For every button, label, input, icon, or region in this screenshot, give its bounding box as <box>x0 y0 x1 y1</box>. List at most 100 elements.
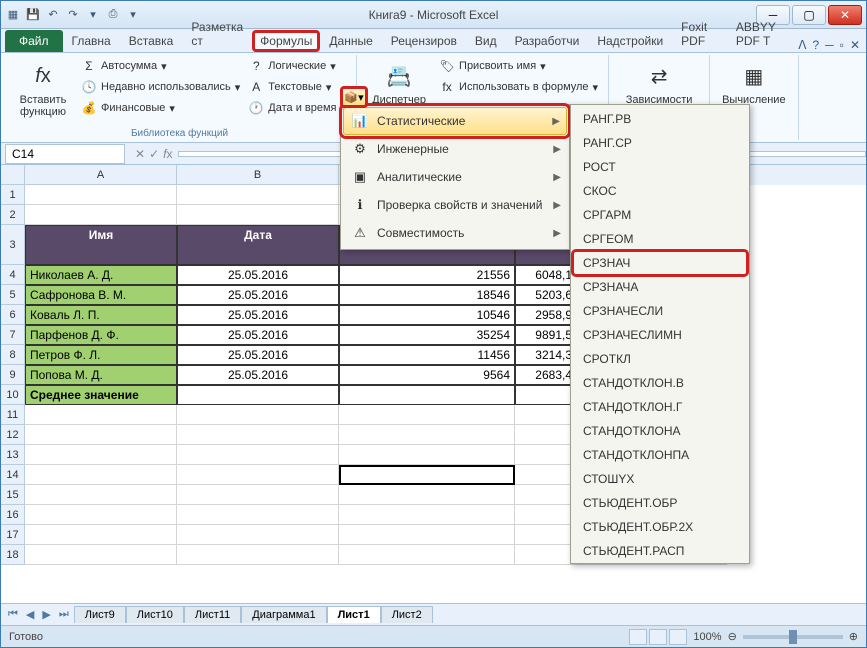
window-restore-icon[interactable]: ▫ <box>840 38 844 52</box>
sheet-tab-Лист2[interactable]: Лист2 <box>381 606 433 623</box>
row-header-16[interactable]: 16 <box>1 505 24 525</box>
cell[interactable] <box>177 465 339 485</box>
cell[interactable] <box>25 465 177 485</box>
row-header-5[interactable]: 5 <box>1 285 24 305</box>
row-header-17[interactable]: 17 <box>1 525 24 545</box>
cell[interactable]: 21556 <box>339 265 515 285</box>
cell[interactable] <box>25 545 177 565</box>
cell[interactable] <box>339 405 515 425</box>
tab-file[interactable]: Файл <box>5 30 63 52</box>
fn-сроткл[interactable]: СРОТКЛ <box>573 347 747 371</box>
fn-стандотклон.в[interactable]: СТАНДОТКЛОН.В <box>573 371 747 395</box>
tab-insert[interactable]: Вставка <box>120 29 183 52</box>
close-button[interactable]: ✕ <box>828 5 862 25</box>
cell[interactable] <box>25 405 177 425</box>
sheet-nav-last[interactable]: ⏭ <box>56 608 72 621</box>
tab-review[interactable]: Рецензиров <box>382 29 466 52</box>
cell[interactable] <box>177 185 339 205</box>
use-in-formula-button[interactable]: fxИспользовать в формуле ▾ <box>435 77 602 97</box>
fn-стьюдент.обр.2х[interactable]: СТЬЮДЕНТ.ОБР.2Х <box>573 515 747 539</box>
view-pagelayout-button[interactable] <box>649 629 667 645</box>
tab-view[interactable]: Вид <box>466 29 506 52</box>
view-pagebreak-button[interactable] <box>669 629 687 645</box>
cell[interactable] <box>515 405 577 425</box>
cell[interactable]: Николаев А. Д. <box>25 265 177 285</box>
cell[interactable] <box>177 485 339 505</box>
cell[interactable] <box>25 505 177 525</box>
fx-button-icon[interactable]: fx <box>163 147 172 161</box>
cancel-formula-icon[interactable]: ✕ <box>135 147 145 161</box>
cell[interactable]: 18546 <box>339 285 515 305</box>
financial-button[interactable]: 💰Финансовые ▾ <box>77 98 244 118</box>
row-header-2[interactable]: 2 <box>1 205 24 225</box>
cell[interactable] <box>515 385 577 405</box>
zoom-out-button[interactable]: ⊖ <box>728 630 737 643</box>
logical-button[interactable]: ?Логические ▾ <box>244 56 350 76</box>
cell[interactable]: 9564 <box>339 365 515 385</box>
cell[interactable] <box>25 525 177 545</box>
sheet-tab-Лист10[interactable]: Лист10 <box>126 606 184 623</box>
cell[interactable] <box>515 485 577 505</box>
text-button[interactable]: AТекстовые ▾ <box>244 77 350 97</box>
cell[interactable]: 9891,5 <box>515 325 577 345</box>
col-header-a[interactable]: A <box>25 165 177 185</box>
qat-more-icon[interactable]: ▾ <box>85 7 101 23</box>
cell[interactable] <box>25 185 177 205</box>
cell[interactable]: 11456 <box>339 345 515 365</box>
minimize-ribbon-icon[interactable]: ᐱ <box>798 38 806 52</box>
fn-срзначесли[interactable]: СРЗНАЧЕСЛИ <box>573 299 747 323</box>
fn-рост[interactable]: РОСТ <box>573 155 747 179</box>
recent-button[interactable]: 🕓Недавно использовались ▾ <box>77 77 244 97</box>
cell[interactable] <box>25 485 177 505</box>
enter-formula-icon[interactable]: ✓ <box>149 147 159 161</box>
row-header-8[interactable]: 8 <box>1 345 24 365</box>
menu-info[interactable]: ℹ Проверка свойств и значений ▶ <box>343 191 567 219</box>
fn-стьюдент.расп[interactable]: СТЬЮДЕНТ.РАСП <box>573 539 747 563</box>
row-header-4[interactable]: 4 <box>1 265 24 285</box>
calculation-button[interactable]: ▦ Вычисление <box>716 56 792 110</box>
zoom-in-button[interactable]: ⊕ <box>849 630 858 643</box>
menu-compat[interactable]: ⚠ Совместимость ▶ <box>343 219 567 247</box>
row-header-1[interactable]: 1 <box>1 185 24 205</box>
cell[interactable] <box>177 505 339 525</box>
cell[interactable] <box>339 425 515 445</box>
tab-addins[interactable]: Надстройки <box>588 29 672 52</box>
cell[interactable]: 2683,4 <box>515 365 577 385</box>
menu-analytical[interactable]: ▣ Аналитические ▶ <box>343 163 567 191</box>
print-icon[interactable]: ⎙ <box>105 7 121 23</box>
cell[interactable] <box>515 505 577 525</box>
sheet-nav-prev[interactable]: ◀ <box>23 608 37 621</box>
cell[interactable]: Попова М. Д. <box>25 365 177 385</box>
save-icon[interactable]: 💾 <box>25 7 41 23</box>
cell[interactable] <box>25 425 177 445</box>
row-header-11[interactable]: 11 <box>1 405 24 425</box>
cell[interactable] <box>177 445 339 465</box>
cell[interactable]: 25.05.2016 <box>177 265 339 285</box>
row-header-12[interactable]: 12 <box>1 425 24 445</box>
tab-home[interactable]: Главна <box>63 29 120 52</box>
cell[interactable] <box>339 465 515 485</box>
tab-developer[interactable]: Разработчи <box>506 29 589 52</box>
cell[interactable]: 6048,1 <box>515 265 577 285</box>
row-header-10[interactable]: 10 <box>1 385 24 405</box>
cell[interactable] <box>177 545 339 565</box>
cell[interactable]: Петров Ф. Л. <box>25 345 177 365</box>
cell[interactable] <box>25 205 177 225</box>
tab-abbyy[interactable]: ABBYY PDF T <box>727 15 798 52</box>
cell[interactable]: 2958,9 <box>515 305 577 325</box>
row-header-18[interactable]: 18 <box>1 545 24 565</box>
cell[interactable] <box>177 425 339 445</box>
cell[interactable] <box>339 385 515 405</box>
redo-icon[interactable]: ↷ <box>65 7 81 23</box>
sheet-tab-Лист1[interactable]: Лист1 <box>327 606 381 623</box>
sheet-nav-next[interactable]: ▶ <box>39 608 53 621</box>
zoom-slider[interactable] <box>743 635 843 639</box>
cell[interactable]: 25.05.2016 <box>177 305 339 325</box>
fn-ранг.ср[interactable]: РАНГ.СР <box>573 131 747 155</box>
cell[interactable] <box>515 545 577 565</box>
define-name-button[interactable]: 🏷Присвоить имя ▾ <box>435 56 602 76</box>
cell[interactable]: 25.05.2016 <box>177 345 339 365</box>
window-min-icon[interactable]: ─ <box>825 38 834 52</box>
cell[interactable]: 25.05.2016 <box>177 285 339 305</box>
fn-стандотклона[interactable]: СТАНДОТКЛОНА <box>573 419 747 443</box>
